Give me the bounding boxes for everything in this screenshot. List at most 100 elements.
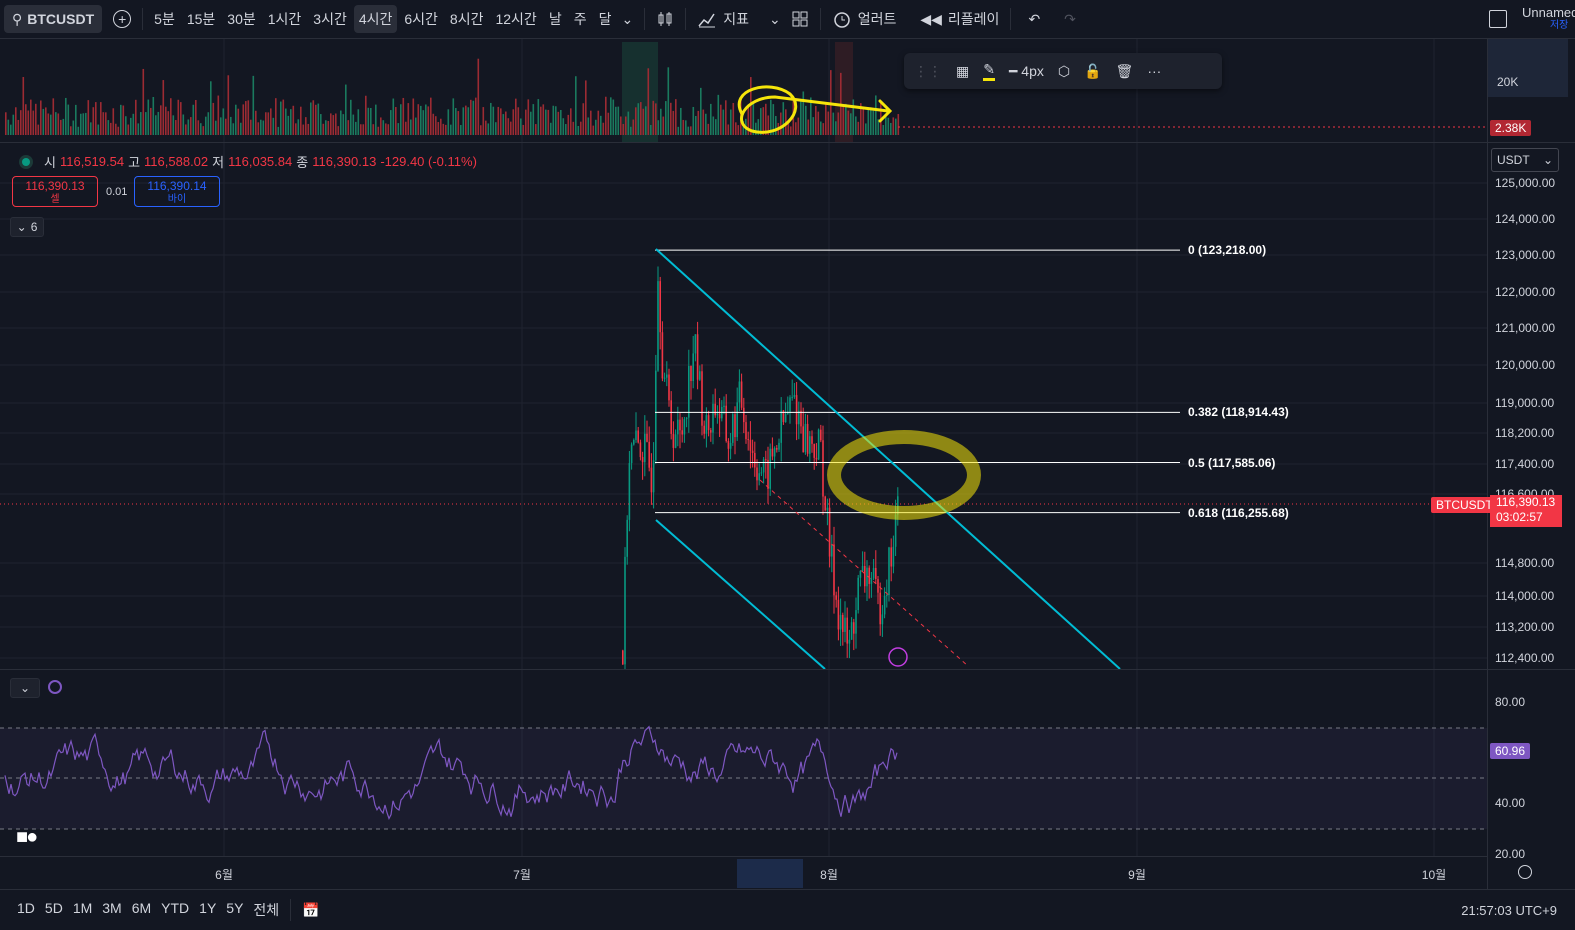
volume-bar xyxy=(470,99,472,135)
volume-bar xyxy=(312,100,315,135)
volume-bar xyxy=(280,101,282,135)
range-5[interactable]: YTD xyxy=(156,900,194,920)
fib-level-label: 0.5 (117,585.06) xyxy=(1188,455,1276,470)
volume-bar xyxy=(380,117,382,135)
compare-symbol-button[interactable]: + xyxy=(108,5,136,33)
more-icon[interactable]: ··· xyxy=(1147,63,1161,79)
volume-bar xyxy=(317,103,320,135)
candle-body xyxy=(740,381,743,408)
sell-button[interactable]: 116,390.13 셀 xyxy=(12,176,98,207)
go-to-date-button[interactable]: 📅 xyxy=(297,902,324,919)
interval-1[interactable]: 15분 xyxy=(182,5,220,33)
interval-4[interactable]: 3시간 xyxy=(308,5,352,33)
redo-button[interactable]: ↷ xyxy=(1059,5,1081,33)
range-6[interactable]: 1Y xyxy=(194,900,221,920)
range-4[interactable]: 6M xyxy=(127,900,156,920)
rsi-current-tag: 60.96 xyxy=(1490,743,1531,759)
volume-bar xyxy=(855,116,857,135)
candle-body xyxy=(729,442,732,449)
chart-type-button[interactable] xyxy=(651,5,679,33)
interval-2[interactable]: 30분 xyxy=(222,5,260,33)
undo-button[interactable]: ↶ xyxy=(1023,5,1045,33)
volume-bar xyxy=(125,116,127,135)
candle-body xyxy=(624,556,626,665)
interval-11[interactable]: 달 xyxy=(594,5,617,33)
range-2[interactable]: 1M xyxy=(68,900,97,920)
volume-bar xyxy=(710,103,712,135)
replay-button[interactable]: ◀◀ 리플레이 xyxy=(915,5,1004,33)
drag-handle-icon[interactable]: ⋮⋮ xyxy=(914,63,942,80)
interval-5[interactable]: 4시간 xyxy=(353,5,398,33)
rsi-scale-label: 80.00 xyxy=(1495,695,1526,709)
volume-bar xyxy=(582,103,585,135)
interval-9[interactable]: 날 xyxy=(544,5,567,33)
lock-icon[interactable]: 🔓 xyxy=(1084,63,1101,80)
volume-bar xyxy=(117,126,120,135)
interval-8[interactable]: 12시간 xyxy=(490,5,541,33)
candle-body xyxy=(688,365,690,418)
ohlc-legend: 시 116,519.54 고 116,588.02 저 116,035.84 종 116… xyxy=(22,152,477,171)
volume-bar xyxy=(187,119,190,135)
candle-body xyxy=(835,595,837,600)
fullscreen-toggle-icon[interactable] xyxy=(1489,10,1507,28)
search-icon: ⚲ xyxy=(12,10,23,27)
volume-bar xyxy=(305,117,307,135)
volume-bar xyxy=(140,112,142,135)
volume-bar xyxy=(890,122,892,135)
volume-bar xyxy=(52,98,55,135)
indicator-count: 6 xyxy=(30,220,38,234)
interval-0[interactable]: 5분 xyxy=(149,5,180,33)
rsi-band xyxy=(0,728,1487,829)
volume-bar xyxy=(107,120,110,135)
indicators-collapse-button[interactable]: ⌄ 6 xyxy=(10,217,44,237)
candle-body xyxy=(795,395,798,425)
alert-button[interactable]: 얼러트 xyxy=(827,5,902,33)
volume-bar xyxy=(522,124,525,135)
volume-bar xyxy=(112,108,115,135)
volume-bar xyxy=(845,103,847,135)
trash-icon[interactable]: 🗑 xyxy=(1116,63,1134,80)
range-7[interactable]: 5Y xyxy=(221,900,248,920)
symbol-search-button[interactable]: ⚲ BTCUSDT xyxy=(4,5,103,33)
range-1[interactable]: 5D xyxy=(40,900,68,920)
indicators-button[interactable]: 지표 xyxy=(692,5,754,33)
pane-separator[interactable] xyxy=(0,669,1575,670)
pane-separator[interactable] xyxy=(0,142,1575,143)
volume-current-tag: 2.38K xyxy=(1490,120,1532,136)
volume-bar xyxy=(350,99,352,135)
gear-icon[interactable] xyxy=(1518,865,1532,879)
range-8[interactable]: 전체 xyxy=(248,900,284,920)
volume-bar xyxy=(892,117,895,135)
bar-countdown: 03:02:57 xyxy=(1496,510,1543,524)
volume-bar xyxy=(677,126,680,135)
pencil-icon[interactable]: ✎ xyxy=(983,61,995,81)
interval-10[interactable]: 주 xyxy=(569,5,592,33)
volume-bar xyxy=(537,99,540,135)
undo-icon: ↶ xyxy=(1028,10,1041,27)
price-label: 121,000.00 xyxy=(1495,321,1556,335)
interval-dropdown-button[interactable]: ⌄ xyxy=(616,5,638,33)
buy-button[interactable]: 116,390.14 바이 xyxy=(134,176,220,207)
layout-name-button[interactable]: Unnamed 저장 xyxy=(1522,6,1575,32)
range-0[interactable]: 1D xyxy=(12,900,40,920)
layouts-button[interactable] xyxy=(786,5,814,33)
volume-bar xyxy=(270,108,272,135)
line-width-button[interactable]: ━ 4px xyxy=(1009,63,1044,80)
settings-icon[interactable]: ⬡ xyxy=(1058,63,1070,80)
currency-select[interactable]: USDT ⌄ xyxy=(1491,148,1559,172)
range-3[interactable]: 3M xyxy=(97,900,126,920)
rsi-collapse-button[interactable]: ⌄ xyxy=(10,678,40,698)
candle-body xyxy=(864,566,866,587)
time-axis[interactable]: 6월 7월 8월 9월 10월 xyxy=(0,856,1488,889)
interval-3[interactable]: 1시간 xyxy=(263,5,307,33)
volume-bar xyxy=(652,100,655,135)
indicator-templates-button[interactable]: ⌄ xyxy=(764,5,786,33)
volume-bar xyxy=(77,126,80,135)
candle-body xyxy=(771,448,774,457)
interval-6[interactable]: 6시간 xyxy=(399,5,443,33)
candle-body xyxy=(696,334,699,380)
templates-icon[interactable]: ▦ xyxy=(956,63,969,80)
interval-7[interactable]: 8시간 xyxy=(445,5,489,33)
candle-body xyxy=(875,568,877,580)
volume-bar xyxy=(667,67,670,135)
